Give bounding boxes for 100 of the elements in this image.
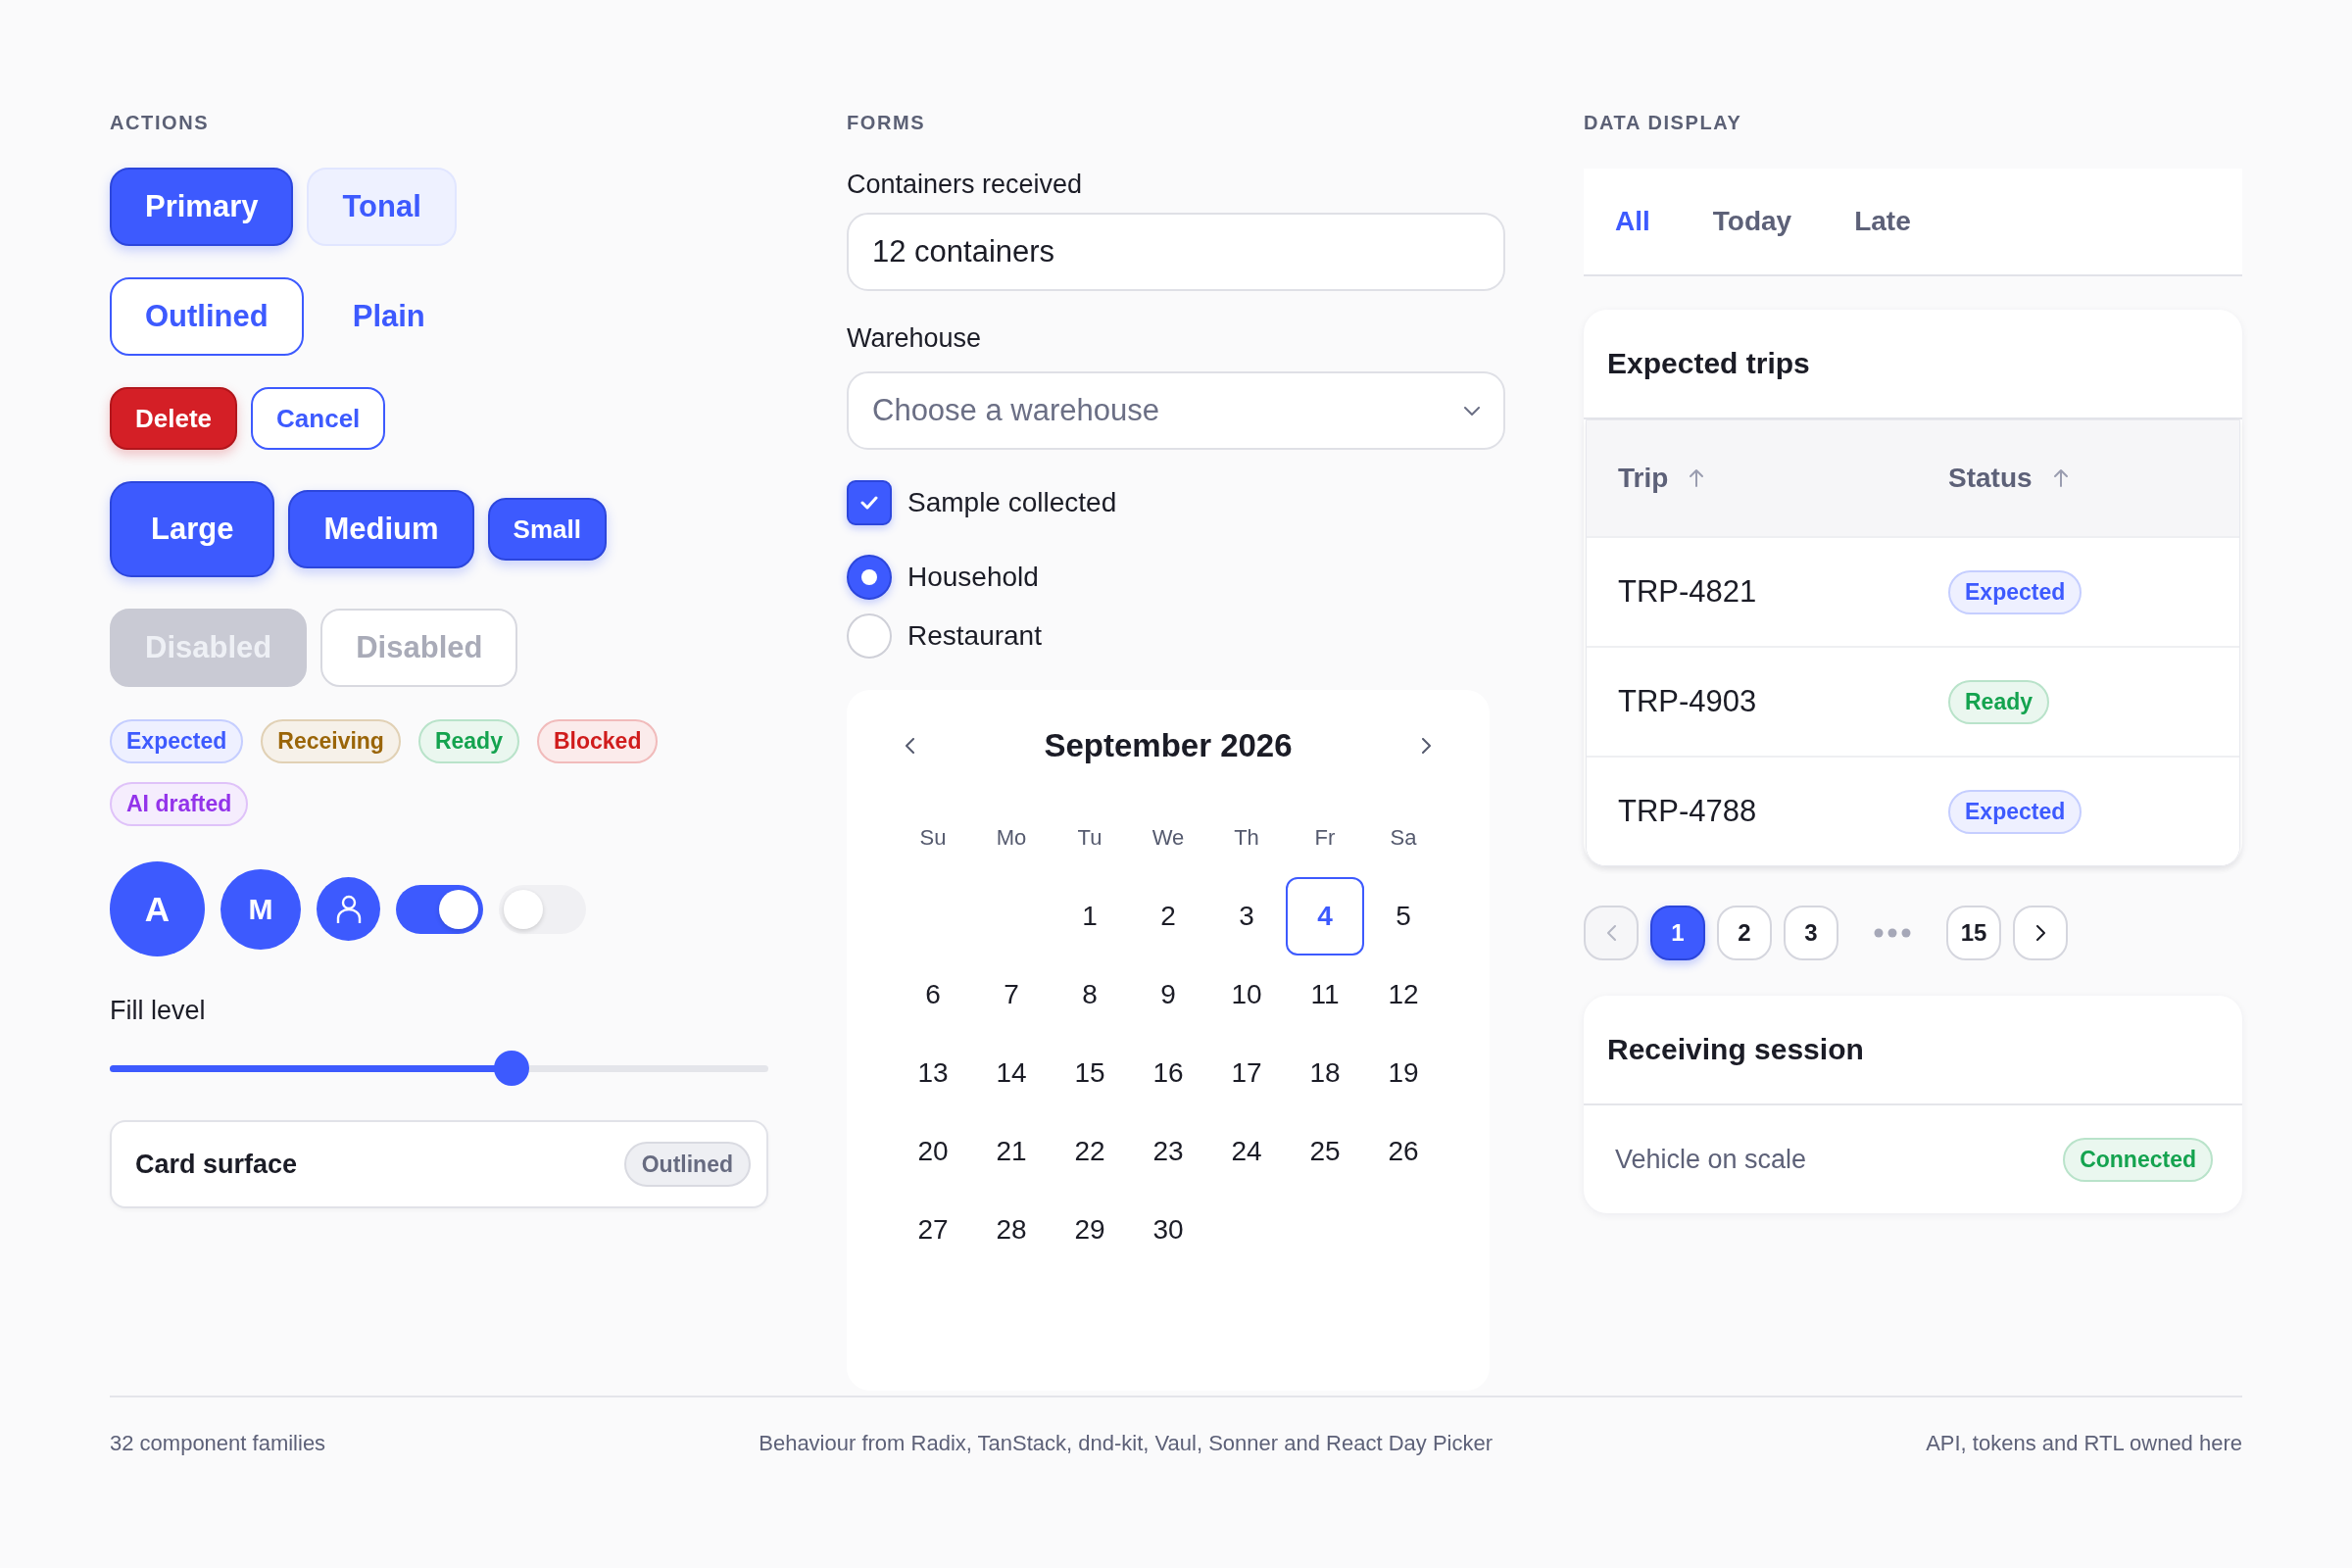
section-heading: ACTIONS bbox=[110, 111, 210, 135]
button[interactable]: Delete bbox=[110, 387, 238, 450]
weekday-label: Fr bbox=[1313, 824, 1337, 852]
column-header[interactable]: Trip bbox=[1618, 463, 1706, 494]
calendar-day[interactable]: 13 bbox=[894, 1034, 972, 1112]
calendar-day[interactable]: 24 bbox=[1207, 1112, 1286, 1191]
chevron-left-icon bbox=[1606, 925, 1616, 941]
card-title: Card surface bbox=[135, 1149, 298, 1180]
calendar-day[interactable]: 6 bbox=[894, 956, 972, 1034]
calendar-day[interactable]: 1 bbox=[1051, 877, 1129, 956]
page-button[interactable]: 3 bbox=[1784, 906, 1838, 960]
calendar-day[interactable]: 26 bbox=[1364, 1112, 1443, 1191]
button[interactable]: Medium bbox=[288, 490, 474, 568]
slider-thumb[interactable] bbox=[493, 1051, 529, 1086]
card-title: Expected trips bbox=[1607, 347, 1810, 380]
table-cell-text: TRP-4821 bbox=[1618, 574, 1758, 610]
calendar-day[interactable]: 22 bbox=[1051, 1112, 1129, 1191]
calendar-day[interactable]: 18 bbox=[1286, 1034, 1364, 1112]
weekday-label: We bbox=[1151, 824, 1186, 852]
status-badge: Expected bbox=[110, 719, 244, 763]
calendar-day[interactable]: 29 bbox=[1051, 1191, 1129, 1269]
footer-text: API, tokens and RTL owned here bbox=[1926, 1431, 2242, 1456]
status-badge: Expected bbox=[1948, 789, 2082, 834]
field-label: Warehouse bbox=[847, 322, 982, 355]
button[interactable]: Cancel bbox=[251, 387, 386, 450]
radio-label: Restaurant bbox=[907, 620, 1042, 652]
calendar-day[interactable]: 28 bbox=[972, 1191, 1051, 1269]
button[interactable]: Primary bbox=[110, 168, 294, 246]
toggle-switch[interactable] bbox=[396, 884, 483, 934]
chevron-left-icon bbox=[905, 738, 914, 754]
calendar-day[interactable]: 16 bbox=[1129, 1034, 1207, 1112]
slider-track[interactable] bbox=[110, 1051, 768, 1086]
calendar-day[interactable]: 5 bbox=[1364, 877, 1443, 956]
calendar-day[interactable]: 11 bbox=[1286, 956, 1364, 1034]
checkbox-label: Sample collected bbox=[907, 487, 1117, 518]
slider-label: Fill level bbox=[110, 995, 206, 1027]
calendar-day[interactable]: 8 bbox=[1051, 956, 1129, 1034]
calendar-day[interactable]: 10 bbox=[1207, 956, 1286, 1034]
calendar-day[interactable]: 23 bbox=[1129, 1112, 1207, 1191]
table-cell-text: TRP-4903 bbox=[1618, 684, 1758, 719]
calendar-day[interactable]: 7 bbox=[972, 956, 1051, 1034]
button[interactable]: Large bbox=[110, 481, 275, 577]
tab[interactable]: Today bbox=[1681, 192, 1824, 251]
page-button[interactable]: 2 bbox=[1717, 906, 1772, 960]
calendar-day[interactable]: 3 bbox=[1207, 877, 1286, 956]
calendar-day[interactable]: 21 bbox=[972, 1112, 1051, 1191]
calendar-day[interactable]: 9 bbox=[1129, 956, 1207, 1034]
calendar-day[interactable]: 30 bbox=[1129, 1191, 1207, 1269]
footer-text: Behaviour from Radix, TanStack, dnd-kit, Vaul, Sonner and React Day Picker bbox=[759, 1431, 1493, 1456]
status-badge: Ready bbox=[417, 719, 519, 763]
table-cell-text: TRP-4788 bbox=[1618, 794, 1758, 829]
radio-button[interactable] bbox=[847, 555, 892, 600]
button[interactable]: Outlined bbox=[110, 277, 304, 356]
tab[interactable]: Late bbox=[1823, 192, 1942, 251]
text-input[interactable]: 12 containers bbox=[847, 213, 1505, 291]
calendar-day[interactable]: 27 bbox=[894, 1191, 972, 1269]
ellipsis-icon bbox=[1874, 928, 1911, 938]
page-button[interactable]: 1 bbox=[1650, 906, 1705, 960]
calendar-day[interactable]: 20 bbox=[894, 1112, 972, 1191]
status-badge: Connected bbox=[2063, 1137, 2213, 1182]
field-label: Containers received bbox=[847, 169, 1083, 201]
status-badge: AI drafted bbox=[110, 782, 249, 826]
column-header[interactable]: Status bbox=[1948, 463, 2070, 494]
calendar-day[interactable]: 25 bbox=[1286, 1112, 1364, 1191]
card-title: Receiving session bbox=[1607, 1033, 1864, 1066]
person-icon bbox=[334, 894, 363, 924]
weekday-label: Su bbox=[918, 824, 948, 852]
section-heading: DATA DISPLAY bbox=[1584, 111, 1742, 135]
calendar-day[interactable]: 14 bbox=[972, 1034, 1051, 1112]
month-title: September 2026 bbox=[1044, 727, 1293, 764]
page-button[interactable]: 15 bbox=[1946, 906, 2001, 960]
row-label: Vehicle on scale bbox=[1615, 1144, 1807, 1175]
calendar-day[interactable]: 19 bbox=[1364, 1034, 1443, 1112]
status-badge: Blocked bbox=[536, 719, 659, 763]
card-tag: Outlined bbox=[623, 1142, 751, 1187]
chevron-right-icon bbox=[1422, 738, 1432, 754]
footer-text: 32 component families bbox=[110, 1431, 326, 1456]
avatar: A bbox=[110, 861, 205, 956]
tab[interactable]: All bbox=[1584, 192, 1682, 251]
button[interactable]: Plain bbox=[317, 277, 461, 356]
calendar-day[interactable]: 4 bbox=[1286, 877, 1364, 956]
section-heading: FORMS bbox=[847, 111, 926, 135]
checkbox[interactable] bbox=[847, 480, 892, 525]
chevron-down-icon bbox=[1464, 406, 1480, 416]
status-badge: Expected bbox=[1948, 569, 2082, 614]
weekday-label: Mo bbox=[995, 824, 1028, 852]
status-badge: Ready bbox=[1948, 679, 2050, 724]
weekday-label: Th bbox=[1233, 824, 1260, 852]
toggle-switch[interactable] bbox=[499, 884, 586, 934]
calendar-day[interactable]: 17 bbox=[1207, 1034, 1286, 1112]
status-badge: Receiving bbox=[261, 719, 401, 763]
avatar: M bbox=[220, 868, 301, 950]
chevron-right-icon bbox=[2035, 925, 2045, 941]
button[interactable]: Tonal bbox=[307, 168, 457, 246]
radio-label: Household bbox=[907, 562, 1039, 593]
calendar-day[interactable]: 12 bbox=[1364, 956, 1443, 1034]
button[interactable]: Small bbox=[487, 498, 607, 561]
calendar-day[interactable]: 2 bbox=[1129, 877, 1207, 956]
select-field[interactable]: Choose a warehouse bbox=[847, 371, 1505, 450]
calendar-day[interactable]: 15 bbox=[1051, 1034, 1129, 1112]
